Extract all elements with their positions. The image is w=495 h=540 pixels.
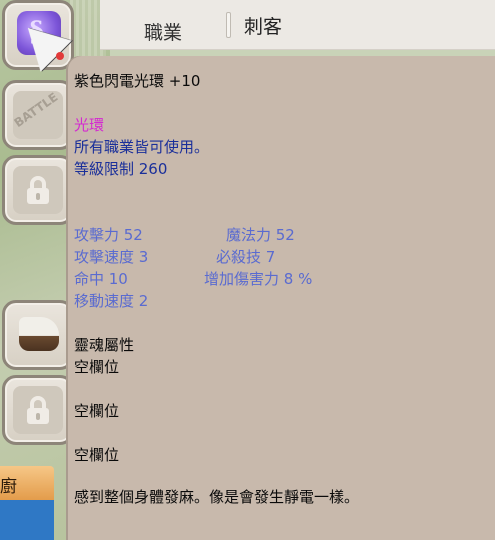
job-header: 職業 刺客 [100,0,495,50]
item-usable-classes: 所有職業皆可使用。 [74,138,210,156]
job-value: 刺客 [244,16,283,38]
job-label: 職業 [144,22,183,44]
stat-attack: 攻擊力 52 [74,226,143,244]
item-level-requirement: 等級限制 260 [74,160,168,178]
equip-slot-locked-1[interactable] [2,155,74,225]
cursor-indicator-dot [56,52,64,60]
lock-icon-keyhole [36,413,40,420]
side-tab-label: 廚 [0,477,17,497]
equip-slot-locked-2[interactable] [2,375,74,445]
item-name: 紫色閃電光環 +10 [74,72,201,90]
item-tooltip: 紫色閃電光環 +10 光環 所有職業皆可使用。 等級限制 260 攻擊力 52 … [68,56,495,540]
empty-slot-3: 空欄位 [74,446,120,464]
equip-slot-battle[interactable]: BATTLE [2,80,74,150]
stat-damage-bonus: 增加傷害力 8 % [204,270,313,288]
soul-attribute-label: 靈魂屬性 [74,336,135,354]
side-bottom-bar [0,500,54,540]
lock-icon-keyhole [36,193,40,200]
stat-magic: 魔法力 52 [226,226,295,244]
stat-hit: 命中 10 [74,270,128,288]
equip-slot-shoes[interactable] [2,300,74,370]
shoe-item-icon [19,317,59,351]
stat-move-speed: 移動速度 2 [74,292,149,310]
empty-slot-2: 空欄位 [74,402,120,420]
header-separator [226,12,231,38]
side-tab[interactable]: 廚 [0,466,54,500]
item-category: 光環 [74,116,105,134]
stat-attack-speed: 攻擊速度 3 [74,248,149,266]
stat-crit: 必殺技 7 [216,248,276,266]
empty-slot-1: 空欄位 [74,358,120,376]
item-description: 感到整個身體發麻。像是會發生靜電一樣。 [74,488,360,506]
